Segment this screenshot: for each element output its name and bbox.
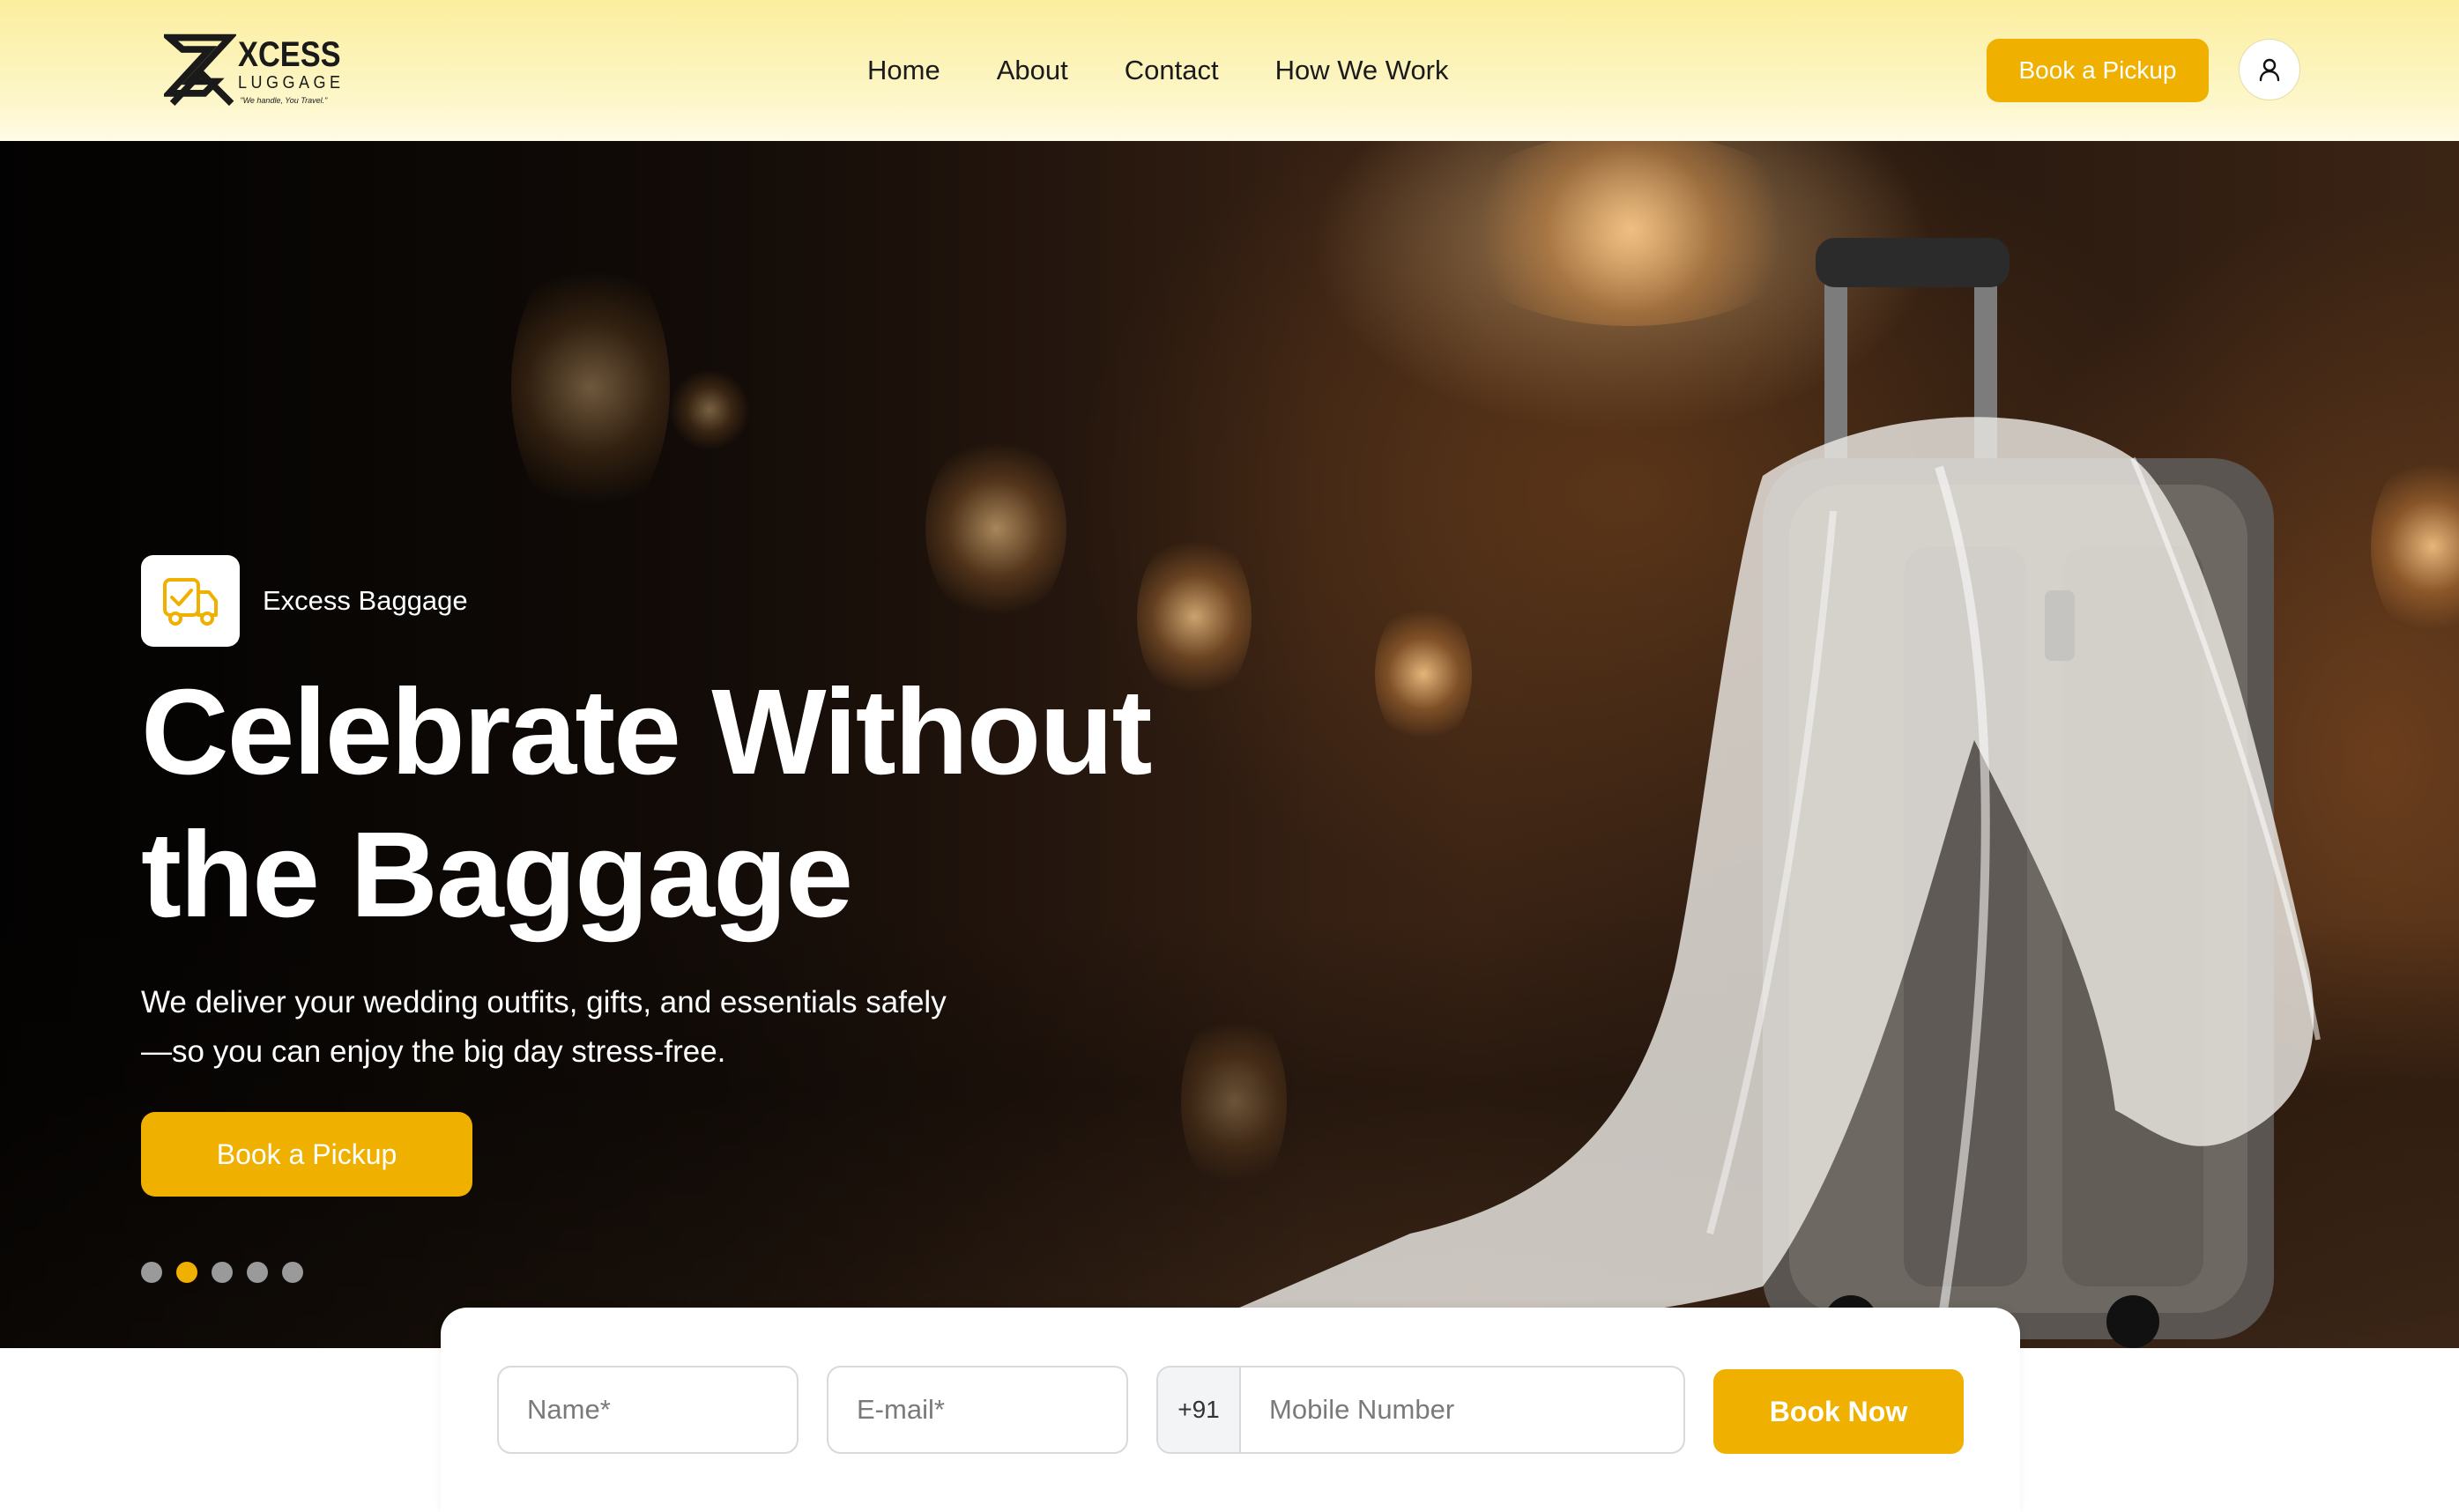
hero-title: Celebrate Without the Baggage	[141, 661, 1375, 946]
main-nav: Home About Contact How We Work	[867, 46, 1449, 95]
booking-form: +91 Book Now	[441, 1308, 2020, 1512]
delivery-truck-check-icon	[141, 555, 240, 647]
account-button[interactable]	[2239, 39, 2300, 100]
carousel-dot-3[interactable]	[212, 1262, 233, 1283]
brand-logo-mark	[164, 33, 237, 107]
carousel-dot-4[interactable]	[247, 1262, 268, 1283]
nav-link-about[interactable]: About	[997, 55, 1068, 86]
hero-subtitle-line-2: —so you can enjoy the big day stress-fre…	[141, 1034, 726, 1069]
nav-link-how-we-work[interactable]: How We Work	[1275, 55, 1449, 86]
hero-service-badge: Excess Baggage	[141, 555, 468, 647]
brand-tagline: "We handle, You Travel."	[240, 95, 328, 105]
hero-title-line-2: the Baggage	[141, 807, 853, 943]
site-header: XCESS LUGGAGE "We handle, You Travel." H…	[0, 0, 2459, 141]
hero-subtitle-line-1: We deliver your wedding outfits, gifts, …	[141, 985, 947, 1019]
hero-title-line-1: Celebrate Without	[141, 664, 1152, 800]
hero-book-pickup-button[interactable]: Book a Pickup	[141, 1112, 472, 1197]
book-now-button[interactable]: Book Now	[1713, 1369, 1964, 1454]
user-icon	[2259, 58, 2280, 82]
email-field[interactable]	[827, 1366, 1128, 1454]
carousel-dot-1[interactable]	[141, 1262, 162, 1283]
carousel-dot-2[interactable]	[176, 1262, 197, 1283]
hero-badge-label: Excess Baggage	[263, 585, 468, 616]
hero-subtitle: We deliver your wedding outfits, gifts, …	[141, 978, 1111, 1077]
mobile-number-group: +91	[1156, 1366, 1685, 1454]
header-book-pickup-button[interactable]: Book a Pickup	[1987, 39, 2209, 102]
carousel-dot-5[interactable]	[282, 1262, 303, 1283]
mobile-number-field[interactable]	[1241, 1367, 1683, 1452]
nav-link-home[interactable]: Home	[867, 55, 940, 86]
name-field[interactable]	[497, 1366, 799, 1454]
country-code[interactable]: +91	[1158, 1367, 1241, 1452]
carousel-indicators	[141, 1262, 303, 1283]
brand-logo[interactable]: XCESS LUGGAGE "We handle, You Travel."	[164, 28, 358, 113]
brand-wordmark: XCESS LUGGAGE "We handle, You Travel."	[238, 37, 358, 105]
nav-link-contact[interactable]: Contact	[1125, 55, 1219, 86]
hero-banner: Excess Baggage Celebrate Without the Bag…	[0, 141, 2459, 1348]
brand-name: XCESS	[238, 34, 342, 74]
brand-subname: LUGGAGE	[238, 72, 345, 93]
